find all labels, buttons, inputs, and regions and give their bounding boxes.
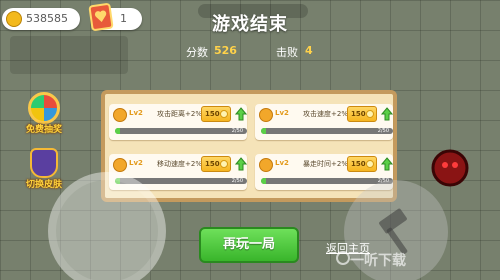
upgrade-card-attack-speed: Lv2 攻击速度+2% 150 2/50 (255, 104, 393, 140)
upgrade-progress-fill (261, 178, 267, 184)
upgrade-name: 移动速度+2% (157, 160, 202, 168)
change-skin-label[interactable]: 切换皮肤 (24, 177, 64, 190)
upgrade-name: 攻击速度+2% (303, 110, 348, 118)
kills-value: 4 (305, 44, 313, 57)
upgrade-progress-text: 2/50 (377, 128, 389, 134)
upgrade-cost-button[interactable]: 150 (201, 156, 231, 172)
enemy-avatar-icon (431, 149, 469, 187)
upgrade-level: Lv2 (275, 109, 289, 117)
upgrade-panel: Lv2 攻击距离+2% 150 2/50 Lv2 攻击速度+2% 150 2/5… (101, 90, 397, 202)
upgrade-cost-button[interactable]: 150 (347, 106, 377, 122)
game-screen: 538585 1 免费抽奖 切换皮肤 游戏结束 分数 526 击败 4 Lv2 … (0, 0, 500, 280)
upgrade-cost-button[interactable]: 150 (201, 106, 231, 122)
upgrade-name: 暴走时间+2% (303, 160, 348, 168)
lottery-wheel-icon[interactable] (28, 92, 60, 124)
free-lottery-label[interactable]: 免费抽奖 (24, 122, 64, 135)
upgrade-progress-text: 2/50 (231, 128, 243, 134)
upgrade-progress-text: 2/50 (231, 178, 243, 184)
upgrade-level: Lv2 (129, 159, 143, 167)
upgrade-level: Lv2 (275, 159, 289, 167)
upgrade-arrow-icon[interactable] (235, 107, 247, 121)
game-over-title: 游戏结束 (212, 14, 288, 35)
upgrade-progress-fill (261, 128, 267, 134)
coin-icon (366, 160, 374, 168)
leaderboard-backdrop (10, 36, 128, 74)
upgrade-progress-fill (115, 128, 121, 134)
upgrade-arrow-icon[interactable] (381, 107, 393, 121)
upgrade-level: Lv2 (129, 109, 143, 117)
skin-glove-icon[interactable] (30, 148, 58, 178)
joystick[interactable] (48, 172, 166, 280)
watermark-text: 一听下载 (350, 253, 406, 269)
upgrade-progress-bar (261, 128, 393, 134)
watermark-logo-icon (336, 251, 350, 265)
attack-speed-icon (259, 108, 273, 122)
coin-icon (366, 110, 374, 118)
score-value: 526 (214, 44, 237, 57)
attack-range-icon (113, 108, 127, 122)
upgrade-name: 攻击距离+2% (157, 110, 202, 118)
upgrade-arrow-icon[interactable] (235, 157, 247, 171)
coin-icon (220, 110, 228, 118)
move-speed-icon (113, 158, 127, 172)
kills-label: 击败 (276, 46, 298, 59)
coin-icon (220, 160, 228, 168)
upgrade-arrow-icon[interactable] (381, 157, 393, 171)
upgrade-cost-button[interactable]: 150 (347, 156, 377, 172)
play-again-button[interactable]: 再玩一局 (199, 227, 299, 263)
score-label: 分数 (186, 46, 208, 59)
upgrade-progress-bar (115, 128, 247, 134)
upgrade-card-attack-range: Lv2 攻击距离+2% 150 2/50 (109, 104, 247, 140)
upgrade-progress-bar (261, 178, 393, 184)
rampage-time-icon (259, 158, 273, 172)
